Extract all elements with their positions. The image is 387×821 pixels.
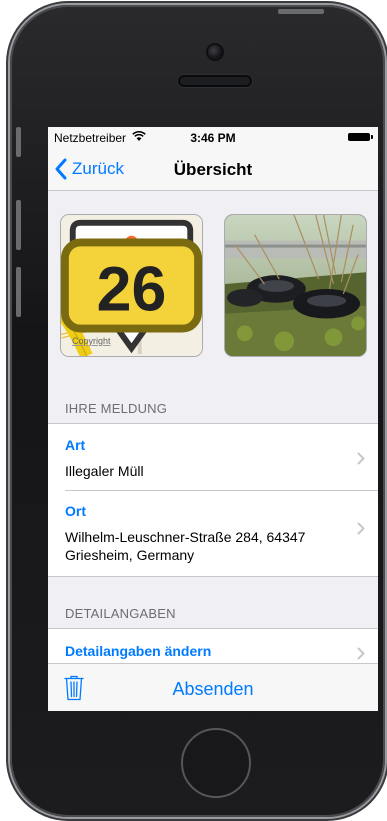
front-camera — [208, 45, 222, 59]
trash-icon[interactable] — [64, 675, 84, 701]
photo-thumbnail[interactable] — [224, 214, 367, 357]
earpiece-speaker — [178, 75, 252, 87]
details-group: Detailangaben ändern — [48, 628, 378, 663]
back-button[interactable]: Zurück — [54, 157, 124, 181]
chevron-right-icon — [357, 452, 365, 465]
map-copyright: Copyright — [72, 336, 111, 346]
send-button[interactable]: Absenden — [163, 679, 263, 700]
report-group: Art Illegaler Müll Ort Wilhelm-Leuschner… — [48, 423, 378, 577]
mute-switch — [16, 127, 21, 157]
overview-content: 26 Copyright IHRE MELDUNG Art Illegaler … — [48, 191, 378, 663]
chevron-left-icon — [55, 158, 67, 180]
section-header-details: DETAILANGABEN — [65, 606, 176, 621]
map-thumbnail[interactable]: 26 Copyright — [60, 214, 203, 357]
road-shield-icon: 26 — [61, 238, 202, 333]
road-number: 26 — [97, 255, 167, 325]
home-button — [181, 728, 251, 798]
cell-type[interactable]: Art Illegaler Müll — [48, 424, 378, 490]
report-photo — [225, 215, 366, 356]
cell-edit-details[interactable]: Detailangaben ändern — [48, 629, 378, 663]
battery-icon — [348, 133, 373, 141]
status-time: 3:46 PM — [190, 131, 236, 145]
cell-location[interactable]: Ort Wilhelm-Leuschner-Straße 284, 64347 … — [48, 490, 378, 578]
status-bar: Netzbetreiber 3:46 PM — [48, 127, 378, 147]
back-button-label: Zurück — [72, 159, 124, 178]
chevron-right-icon — [357, 647, 365, 660]
power-button — [278, 9, 324, 14]
type-value: Illegaler Müll — [65, 463, 144, 479]
volume-down-button — [16, 267, 21, 317]
type-label: Art — [65, 437, 86, 453]
phone-frame: Netzbetreiber 3:46 PM Zurück Übersicht 2… — [10, 5, 385, 817]
location-label: Ort — [65, 503, 86, 519]
navigation-bar: Zurück Übersicht — [48, 147, 378, 191]
location-value: Wilhelm-Leuschner-Straße 284, 64347 Grie… — [65, 529, 306, 563]
chevron-right-icon — [357, 522, 365, 535]
volume-up-button — [16, 200, 21, 250]
edit-details-label: Detailangaben ändern — [65, 643, 212, 659]
bottom-toolbar: Absenden — [48, 663, 378, 711]
screen: Netzbetreiber 3:46 PM Zurück Übersicht 2… — [48, 127, 378, 711]
section-header-report: IHRE MELDUNG — [65, 401, 168, 416]
